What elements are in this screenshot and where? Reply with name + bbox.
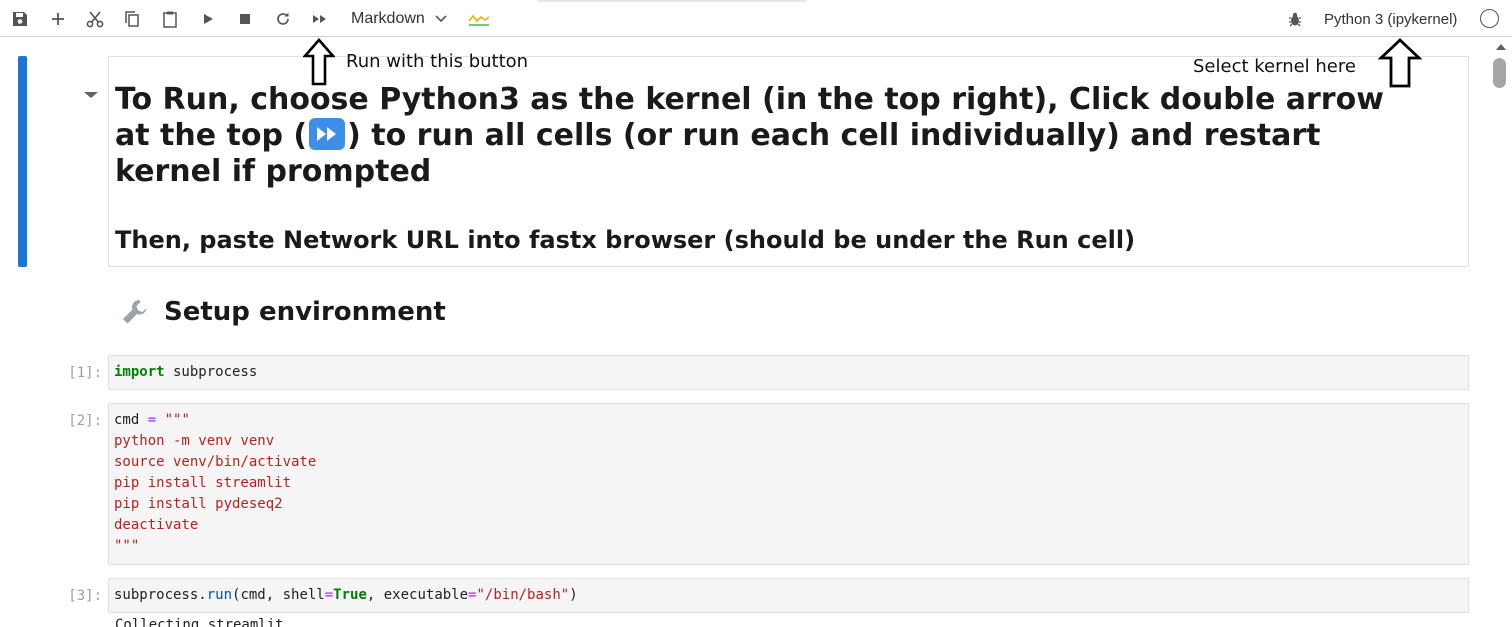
play-icon xyxy=(204,14,213,24)
cell-prompt: [3]: xyxy=(68,588,102,604)
code-token: subprocess. xyxy=(114,587,207,603)
scissors-icon xyxy=(86,11,104,28)
activity-line-icon xyxy=(468,14,490,26)
code-token: cmd xyxy=(114,412,148,428)
collapse-heading-icon[interactable] xyxy=(84,92,98,98)
cell-output: Collecting streamlit xyxy=(115,617,284,627)
code-token: """ xyxy=(156,412,190,428)
fast-forward-icon xyxy=(313,15,326,23)
fast-forward-emoji-icon xyxy=(309,118,346,150)
kernel-name-label: Python 3 (ipykernel) xyxy=(1324,10,1458,28)
run-all-button[interactable] xyxy=(307,6,333,32)
code-cell-2[interactable]: cmd = """ python -m venv venv source ven… xyxy=(108,403,1469,565)
setup-heading-text: Setup environment xyxy=(164,297,446,327)
code-line: """ xyxy=(114,538,140,554)
code-token: = xyxy=(147,412,157,428)
cell-type-select[interactable]: Markdown xyxy=(345,6,453,32)
kernel-selector[interactable]: Python 3 (ipykernel) xyxy=(1318,6,1463,32)
code-line: deactivate xyxy=(114,517,199,533)
up-arrow-annotation-icon xyxy=(1378,38,1422,88)
active-cell-indicator xyxy=(18,56,27,267)
code-line: pip install streamlit xyxy=(114,475,292,491)
debugger-button[interactable] xyxy=(1282,6,1308,32)
scroll-up-arrow-icon[interactable] xyxy=(1496,44,1506,50)
setup-heading: Setup environment xyxy=(120,297,446,327)
copy-button[interactable] xyxy=(119,6,145,32)
notebook-toolbar: Markdown Python 3 (ipykernel) xyxy=(0,0,1512,37)
code-token: , executable xyxy=(366,587,469,603)
bug-icon xyxy=(1289,12,1301,27)
save-icon xyxy=(13,12,27,26)
code-token: "/bin/bash" xyxy=(476,587,570,603)
scrollbar[interactable] xyxy=(1488,38,1512,627)
copy-icon xyxy=(125,11,139,27)
code-token: True xyxy=(333,587,367,603)
code-token: import xyxy=(114,364,165,380)
paste-button[interactable] xyxy=(157,6,183,32)
cell-type-label: Markdown xyxy=(351,10,425,27)
tab-divider xyxy=(538,0,806,2)
clipboard-icon xyxy=(163,11,177,28)
instructions-heading: To Run, choose Python3 as the kernel (in… xyxy=(115,82,1415,190)
code-token: = xyxy=(324,587,334,603)
instructions-subheading: Then, paste Network URL into fastx brows… xyxy=(115,226,1136,254)
code-token: (cmd, shell xyxy=(232,587,325,603)
wrench-icon xyxy=(120,297,150,327)
run-hint-text: Run with this button xyxy=(346,51,529,72)
chevron-down-icon xyxy=(435,15,447,23)
cell-prompt: [1]: xyxy=(68,365,102,381)
code-cell-3[interactable]: subprocess.run(cmd, shell=True, executab… xyxy=(108,578,1469,613)
scroll-thumb[interactable] xyxy=(1493,58,1506,88)
code-token: run xyxy=(206,587,233,603)
kernel-status-icon xyxy=(1480,9,1499,28)
up-arrow-annotation-icon xyxy=(303,38,335,86)
cell-prompt: [2]: xyxy=(68,413,102,429)
restart-kernel-button[interactable] xyxy=(270,6,296,32)
plus-icon xyxy=(52,13,64,25)
code-line: pip install pydeseq2 xyxy=(114,496,283,512)
code-line: python -m venv venv xyxy=(114,433,275,449)
refresh-icon xyxy=(277,12,289,25)
code-line: source venv/bin/activate xyxy=(114,454,317,470)
save-button[interactable] xyxy=(7,6,33,32)
kernel-hint-text: Select kernel here xyxy=(1193,56,1356,77)
stop-icon xyxy=(240,14,250,24)
cut-button[interactable] xyxy=(82,6,108,32)
run-cell-button[interactable] xyxy=(195,6,221,32)
code-cell-1[interactable]: import subprocess xyxy=(108,355,1469,390)
interrupt-button[interactable] xyxy=(232,6,258,32)
code-token: subprocess xyxy=(164,364,258,380)
execution-time-button[interactable] xyxy=(466,6,492,32)
insert-cell-button[interactable] xyxy=(45,6,71,32)
code-token: ) xyxy=(569,587,578,603)
